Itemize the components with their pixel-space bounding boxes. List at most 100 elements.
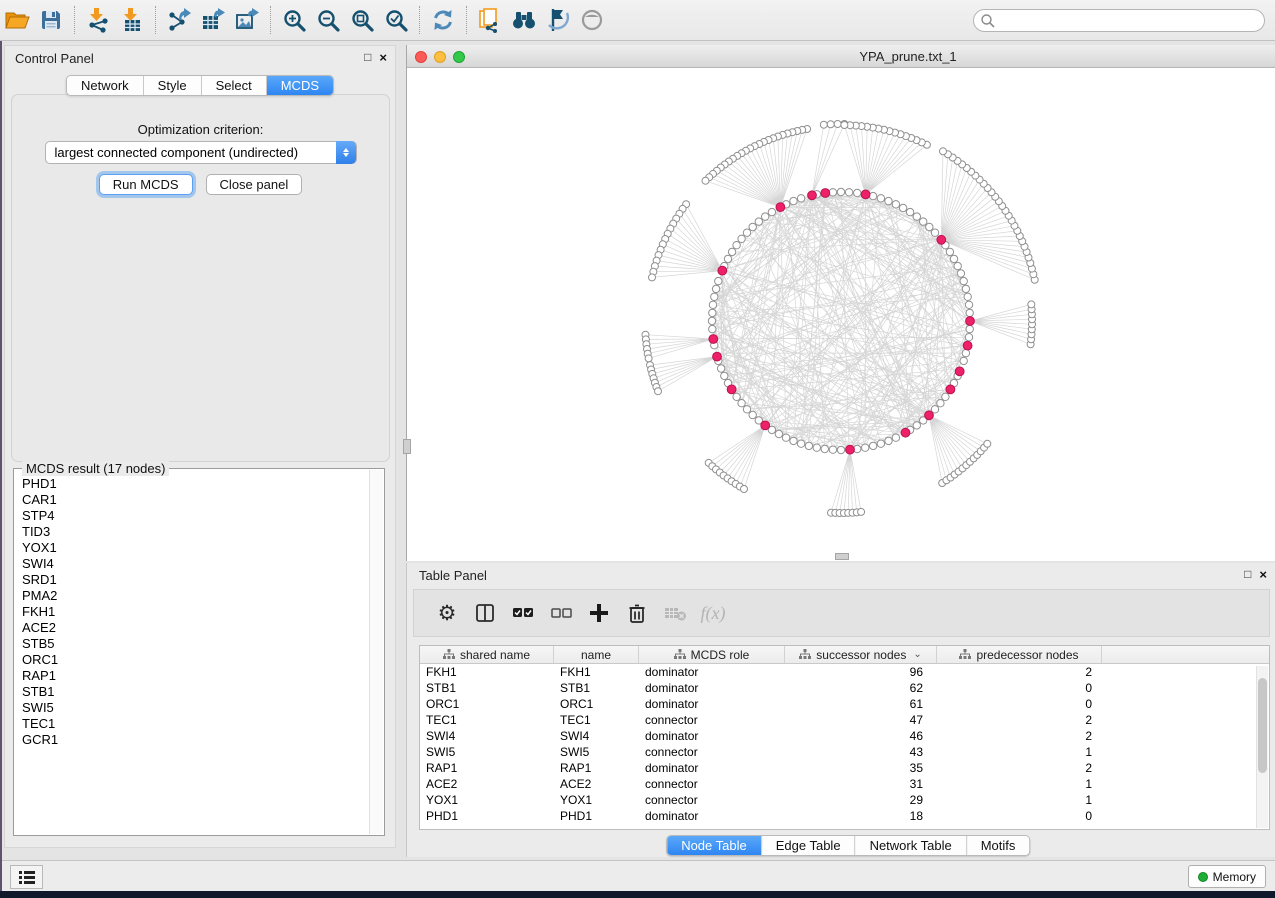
mcds-dominator-node[interactable] <box>808 191 817 200</box>
network-node[interactable] <box>950 255 957 262</box>
open-file-button[interactable] <box>0 5 34 35</box>
minimize-window-icon[interactable] <box>434 51 446 63</box>
task-history-button[interactable] <box>10 865 43 889</box>
network-node[interactable] <box>827 121 834 128</box>
network-node[interactable] <box>649 274 656 281</box>
delete-columns-button[interactable] <box>618 597 656 629</box>
network-node[interactable] <box>709 309 716 316</box>
table-row[interactable]: FKH1FKH1dominator962 <box>420 664 1269 680</box>
network-node[interactable] <box>946 248 953 255</box>
network-node[interactable] <box>1028 301 1035 308</box>
table-row[interactable]: STB1STB1dominator620 <box>420 680 1269 696</box>
network-node[interactable] <box>709 325 716 332</box>
criterion-dropdown[interactable]: largest connected component (undirected) <box>45 141 357 164</box>
zoom-fit-button[interactable] <box>345 5 379 35</box>
network-node[interactable] <box>962 349 969 356</box>
network-node[interactable] <box>743 406 750 413</box>
mcds-result-item[interactable]: SRD1 <box>22 572 369 588</box>
network-node[interactable] <box>869 192 876 199</box>
network-node[interactable] <box>965 334 972 341</box>
tab-motifs[interactable]: Motifs <box>966 836 1030 855</box>
import-table-button[interactable] <box>115 5 149 35</box>
node-table[interactable]: shared namenameMCDS rolesuccessor nodes⌄… <box>419 645 1270 830</box>
mcds-dominator-node[interactable] <box>761 421 770 430</box>
network-node[interactable] <box>738 400 745 407</box>
select-all-button[interactable] <box>504 597 542 629</box>
network-vscroll-thumb[interactable] <box>403 439 411 454</box>
network-node[interactable] <box>885 437 892 444</box>
network-node[interactable] <box>724 255 731 262</box>
network-node[interactable] <box>715 277 722 284</box>
network-node[interactable] <box>877 195 884 202</box>
network-node[interactable] <box>743 229 750 236</box>
mcds-dominator-node[interactable] <box>963 341 972 350</box>
column-header-name[interactable]: name <box>554 646 639 663</box>
tab-network[interactable]: Network <box>67 76 143 95</box>
close-panel-icon[interactable]: × <box>379 50 387 65</box>
network-node[interactable] <box>790 437 797 444</box>
search-box[interactable] <box>973 9 1265 32</box>
tab-style[interactable]: Style <box>143 76 201 95</box>
network-node[interactable] <box>937 400 944 407</box>
network-node[interactable] <box>984 440 991 447</box>
mcds-list-scrollbar[interactable] <box>369 470 383 834</box>
column-header-successor-nodes[interactable]: successor nodes⌄ <box>785 646 937 663</box>
mcds-dominator-node[interactable] <box>955 367 964 376</box>
network-node[interactable] <box>797 195 804 202</box>
mcds-result-list[interactable]: PHD1CAR1STP4TID3YOX1SWI4SRD1PMA2FKH1ACE2… <box>15 470 369 834</box>
network-node[interactable] <box>966 309 973 316</box>
network-node[interactable] <box>709 301 716 308</box>
table-row[interactable]: ORC1ORC1dominator610 <box>420 696 1269 712</box>
network-node[interactable] <box>738 235 745 242</box>
table-row[interactable]: ACE2ACE2connector311 <box>420 776 1269 792</box>
table-row[interactable]: RAP1RAP1dominator352 <box>420 760 1269 776</box>
network-node[interactable] <box>790 197 797 204</box>
network-node[interactable] <box>797 440 804 447</box>
network-node[interactable] <box>913 213 920 220</box>
mcds-result-item[interactable]: STB1 <box>22 684 369 700</box>
mcds-dominator-node[interactable] <box>727 385 736 394</box>
mcds-result-item[interactable]: SWI5 <box>22 700 369 716</box>
mcds-result-item[interactable]: YOX1 <box>22 540 369 556</box>
network-node[interactable] <box>862 444 869 451</box>
network-node[interactable] <box>728 248 735 255</box>
clear-selection-button[interactable] <box>542 597 580 629</box>
network-node[interactable] <box>965 301 972 308</box>
mcds-result-item[interactable]: STP4 <box>22 508 369 524</box>
network-node[interactable] <box>940 148 947 155</box>
close-window-icon[interactable] <box>415 51 427 63</box>
tab-mcds[interactable]: MCDS <box>266 76 333 95</box>
mcds-dominator-node[interactable] <box>937 235 946 244</box>
mcds-result-item[interactable]: GCR1 <box>22 732 369 748</box>
network-node[interactable] <box>913 422 920 429</box>
run-mcds-button[interactable]: Run MCDS <box>99 174 193 195</box>
network-node[interactable] <box>749 411 756 418</box>
mcds-result-item[interactable]: FKH1 <box>22 604 369 620</box>
import-network-button[interactable] <box>81 5 115 35</box>
table-scrollbar-thumb[interactable] <box>1258 678 1267 773</box>
network-node[interactable] <box>920 218 927 225</box>
mcds-result-item[interactable]: STB5 <box>22 636 369 652</box>
network-node[interactable] <box>869 442 876 449</box>
network-node[interactable] <box>931 229 938 236</box>
network-node[interactable] <box>841 122 848 129</box>
network-window-titlebar[interactable]: YPA_prune.txt_1 <box>407 45 1275 68</box>
network-node[interactable] <box>926 223 933 230</box>
memory-button[interactable]: Memory <box>1188 865 1266 888</box>
mcds-dominator-node[interactable] <box>966 317 975 326</box>
network-node[interactable] <box>957 270 964 277</box>
network-node[interactable] <box>964 293 971 300</box>
mcds-result-item[interactable]: TEC1 <box>22 716 369 732</box>
hide-panel-button[interactable] <box>541 5 575 35</box>
mcds-result-item[interactable]: PMA2 <box>22 588 369 604</box>
find-button[interactable] <box>507 5 541 35</box>
network-canvas[interactable] <box>407 68 1275 561</box>
maximize-window-icon[interactable] <box>453 51 465 63</box>
network-node[interactable] <box>821 445 828 452</box>
network-node[interactable] <box>768 208 775 215</box>
network-node[interactable] <box>966 325 973 332</box>
search-input[interactable] <box>996 14 1264 28</box>
tab-node-table[interactable]: Node Table <box>667 836 761 855</box>
mcds-dominator-node[interactable] <box>946 385 955 394</box>
zoom-out-button[interactable] <box>311 5 345 35</box>
